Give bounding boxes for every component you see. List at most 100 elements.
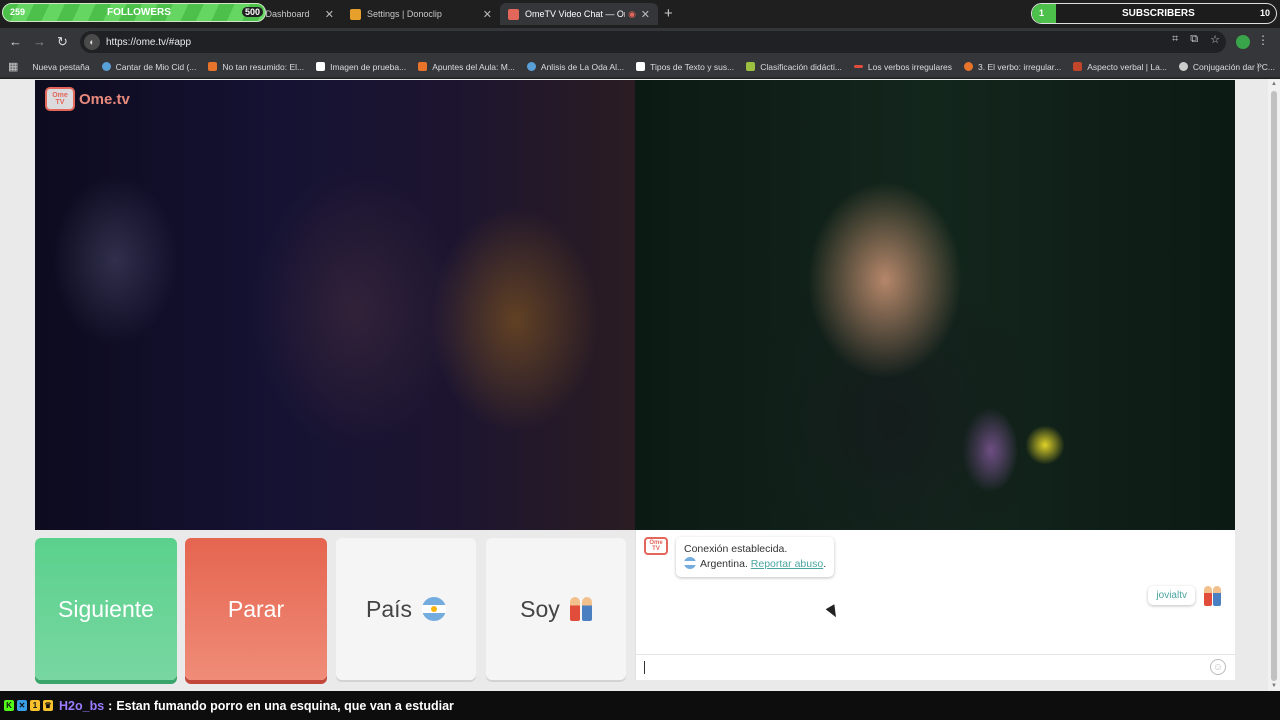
forward-icon[interactable]: →	[33, 34, 46, 49]
page-scrollbar[interactable]: ▲ ▼	[1268, 79, 1280, 691]
donoclip-icon	[350, 8, 361, 20]
bookmark-item[interactable]: Los verbos irregulares	[853, 62, 952, 72]
next-button[interactable]: Siguiente	[35, 538, 177, 680]
translate-icon[interactable]: ⌗	[1172, 33, 1178, 46]
bookmark-favicon	[101, 62, 111, 71]
browser-toolbar: ← → ↻ ◐ https://ome.tv/#app ⌗ ⧉ ☆ ⋮	[0, 28, 1280, 56]
reload-icon[interactable]: ↻	[57, 34, 68, 50]
scroll-down-icon[interactable]: ▼	[1271, 683, 1277, 689]
cast-icon[interactable]: ⧉	[1190, 33, 1198, 46]
ometv-page: Ome TV Ome.tv Siguiente Parar País Soy O…	[0, 79, 1268, 691]
tab-title: Settings | Donoclip	[367, 9, 442, 19]
one-month-badge-icon: 1	[30, 700, 40, 711]
subscribers-goal: 10	[1259, 8, 1270, 18]
stranger-video	[35, 80, 635, 530]
connection-status: Conexión establecida.	[684, 543, 788, 555]
subscribers-label: SUBSCRIBERS	[1122, 8, 1195, 19]
mouse-cursor-icon	[825, 604, 841, 620]
scrollbar-thumb[interactable]	[1271, 91, 1277, 681]
bookmark-label: Imagen de prueba...	[330, 61, 407, 72]
profile-avatar[interactable]	[1236, 35, 1250, 49]
more-bookmarks-icon[interactable]: »	[1256, 60, 1262, 71]
ometv-tv-icon: Ome TV	[45, 87, 75, 111]
bookmark-item[interactable]: No tan resumido: El...	[208, 62, 304, 72]
couple-icon	[569, 597, 592, 621]
followers-goal: 500	[241, 7, 263, 17]
chat-username: H2o_bs	[59, 698, 105, 713]
kick-badge-icon: K	[4, 700, 14, 711]
bookmark-label: Nueva pestaña	[32, 61, 90, 72]
bookmark-item[interactable]: Clasificación didácti...	[746, 62, 842, 72]
country-name: Argentina.	[700, 558, 748, 570]
menu-icon[interactable]: ⋮	[1257, 33, 1269, 47]
ometv-logo: Ome TV Ome.tv	[45, 87, 130, 111]
couple-icon	[1204, 586, 1221, 606]
bookmark-label: Apuntes del Aula: M...	[432, 61, 515, 72]
address-bar[interactable]: ◐ https://ome.tv/#app	[80, 31, 1226, 53]
bookmark-label: No tan resumido: El...	[222, 61, 305, 72]
chat-panel: Ome TV Conexión establecida. Argentina. …	[635, 530, 1236, 680]
verified-badge-icon: ✕	[17, 700, 27, 711]
bookmark-label: 3. El verbo: irregular...	[978, 61, 1062, 72]
bookmark-favicon	[853, 65, 863, 68]
back-icon[interactable]: ←	[9, 34, 22, 49]
bookmark-favicon	[208, 62, 218, 71]
scroll-up-icon[interactable]: ▲	[1271, 81, 1277, 87]
close-icon[interactable]: ✕	[483, 8, 492, 21]
stop-button[interactable]: Parar	[185, 538, 327, 680]
subscribers-goal-bar: 1 SUBSCRIBERS 10	[1031, 3, 1277, 24]
report-abuse-link[interactable]: Reportar abuso	[751, 558, 823, 570]
bookmark-star-icon[interactable]: ☆	[1210, 33, 1220, 46]
close-icon[interactable]: ✕	[325, 8, 334, 21]
close-icon[interactable]: ✕	[641, 8, 650, 21]
tab-title: OmeTV Video Chat — Ome	[525, 9, 625, 19]
chat-input[interactable]: ☺	[636, 654, 1236, 680]
bookmark-item[interactable]: Nueva pestaña	[32, 62, 89, 72]
bookmarks-bar: ▦ Nueva pestaña Cantar de Mio Cid (... N…	[0, 56, 1280, 78]
bookmark-favicon	[1073, 62, 1083, 71]
bookmark-item[interactable]: Apuntes del Aula: M...	[418, 62, 515, 72]
subscribers-count: 1	[1039, 8, 1045, 18]
ometv-system-icon: Ome TV	[644, 537, 668, 555]
bookmark-favicon	[526, 62, 536, 71]
bookmark-item[interactable]: Tipos de Texto y sus...	[636, 62, 734, 72]
bookmark-favicon	[418, 62, 428, 71]
bookmark-label: Aspecto verbal | La...	[1087, 61, 1167, 72]
followers-count: 259	[10, 7, 26, 17]
tab-donoclip[interactable]: Settings | Donoclip ✕	[342, 3, 500, 25]
country-line: Argentina. Reportar abuso.	[684, 557, 826, 572]
bookmark-item[interactable]: Aspecto verbal | La...	[1073, 62, 1167, 72]
emoji-icon[interactable]: ☺	[1210, 659, 1226, 675]
self-video	[635, 80, 1235, 530]
bookmark-item[interactable]: Anlisis de La Oda Al...	[526, 61, 625, 72]
bookmark-item[interactable]: Imagen de prueba...	[316, 62, 406, 72]
own-username-tag: jovialtv	[1148, 586, 1195, 605]
site-info-icon[interactable]: ◐	[84, 34, 100, 50]
tab-ometv[interactable]: OmeTV Video Chat — Ome ◉ ✕	[500, 3, 658, 25]
system-message: Conexión establecida. Argentina. Reporta…	[676, 537, 835, 577]
report-suffix: .	[823, 558, 827, 570]
bookmark-label: Conjugación dar | C...	[1192, 61, 1275, 72]
text-caret	[644, 661, 645, 674]
bookmark-label: Anlisis de La Oda Al...	[540, 61, 625, 72]
chat-message: Estan fumando porro en una esquina, que …	[116, 698, 454, 713]
crown-badge-icon: ♛	[43, 700, 53, 711]
url-text: https://ome.tv/#app	[106, 36, 192, 48]
new-tab-button[interactable]: +	[664, 5, 673, 22]
apps-grid-icon[interactable]: ▦	[8, 60, 18, 73]
ometv-logo-text: Ome.tv	[79, 90, 130, 108]
followers-label: FOLLOWERS	[107, 7, 171, 18]
followers-goal-bar: 259 FOLLOWERS 500	[2, 3, 266, 22]
bookmark-favicon	[746, 62, 756, 71]
gender-button[interactable]: Soy	[486, 538, 626, 680]
bookmark-item[interactable]: 3. El verbo: irregular...	[964, 62, 1061, 72]
stream-chat-overlay: K ✕ 1 ♛ H2o_bs : Estan fumando porro en …	[0, 691, 1280, 720]
argentina-flag-icon	[422, 597, 447, 621]
ometv-icon	[508, 8, 519, 20]
bookmark-favicon	[316, 62, 326, 71]
bookmark-favicon	[1178, 62, 1188, 71]
country-button[interactable]: País	[336, 538, 476, 680]
argentina-flag-icon	[684, 557, 696, 569]
bookmark-label: Clasificación didácti...	[760, 61, 842, 72]
bookmark-item[interactable]: Cantar de Mio Cid (...	[101, 62, 196, 72]
